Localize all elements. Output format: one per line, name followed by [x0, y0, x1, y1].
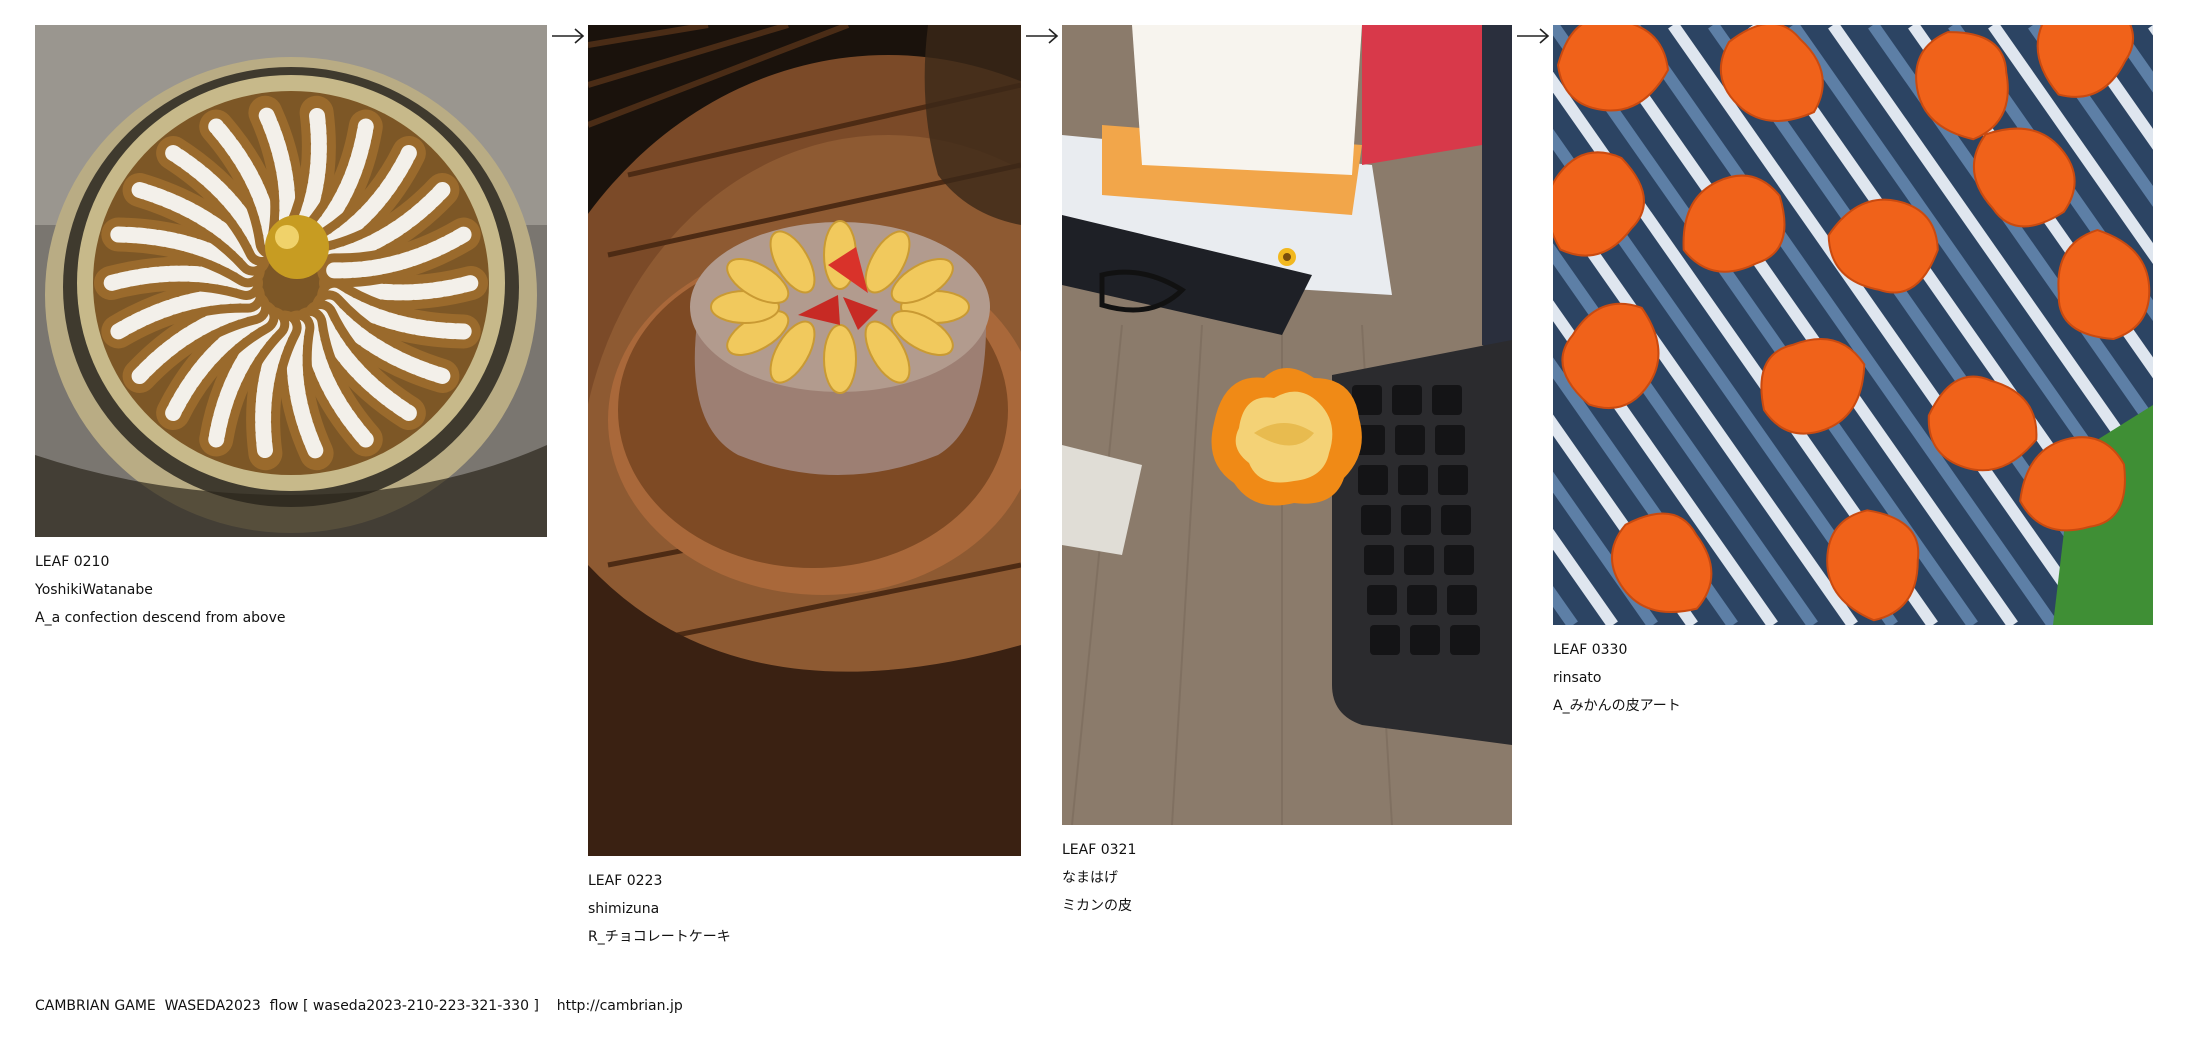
leaf-card-0321: LEAF 0321 なまはげ ミカンの皮 — [1062, 25, 1512, 920]
leaf-image[interactable] — [1062, 25, 1512, 825]
leaf-author: shimizuna — [588, 901, 660, 917]
leaf-author: rinsato — [1553, 670, 1602, 686]
leaf-id: LEAF 0330 — [1553, 642, 1628, 658]
leaf-id: LEAF 0223 — [588, 873, 663, 889]
right-arrow-icon — [552, 26, 586, 46]
leaf-title: A_みかんの皮アート — [1553, 698, 1681, 714]
leaf-author: YoshikiWatanabe — [35, 582, 153, 598]
leaf-card-0330: LEAF 0330 rinsato A_みかんの皮アート — [1553, 25, 2153, 720]
leaf-title: R_チョコレートケーキ — [588, 929, 731, 945]
leaf-image[interactable] — [1553, 25, 2153, 625]
footer-credit: CAMBRIAN GAME WASEDA2023 flow [ waseda20… — [35, 998, 683, 1014]
leaf-card-0210: LEAF 0210 YoshikiWatanabe A_a confection… — [35, 25, 547, 632]
leaf-title: ミカンの皮 — [1062, 898, 1132, 914]
leaf-card-0223: LEAF 0223 shimizuna R_チョコレートケーキ — [588, 25, 1021, 951]
leaf-image[interactable] — [588, 25, 1021, 856]
leaf-title: A_a confection descend from above — [35, 610, 286, 626]
right-arrow-icon — [1026, 26, 1060, 46]
leaf-author: なまはげ — [1062, 870, 1118, 886]
leaf-image[interactable] — [35, 25, 547, 537]
leaf-id: LEAF 0210 — [35, 554, 110, 570]
right-arrow-icon — [1517, 26, 1551, 46]
leaf-id: LEAF 0321 — [1062, 842, 1137, 858]
